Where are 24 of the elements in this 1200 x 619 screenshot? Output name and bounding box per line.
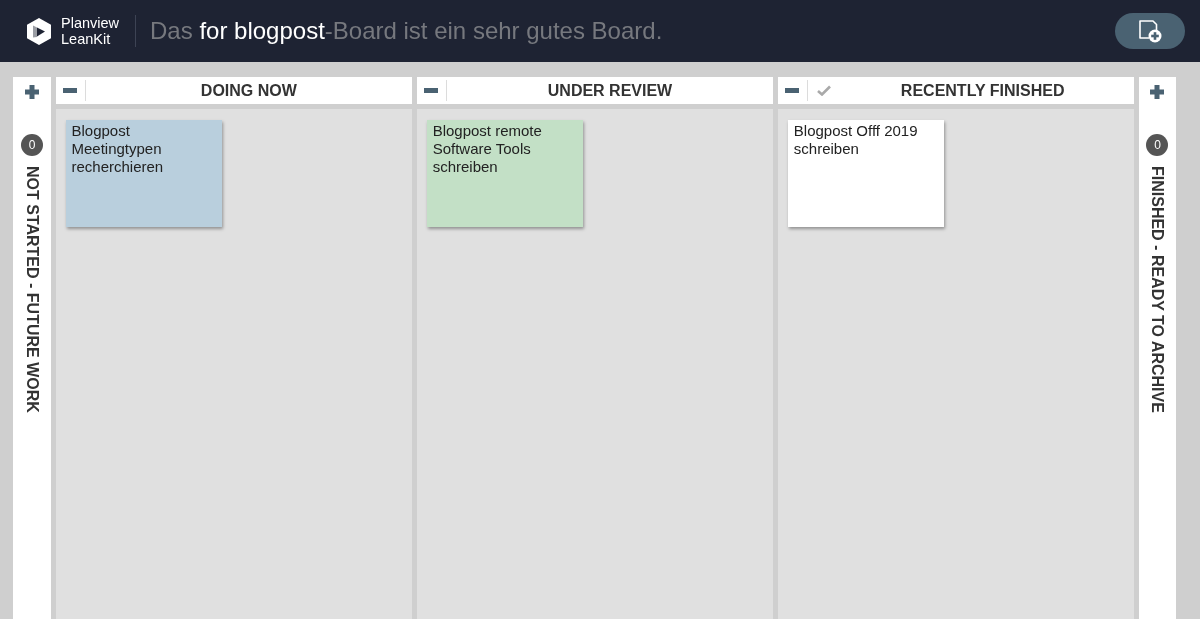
card[interactable]: Blogpost Offf 2019 schreiben bbox=[787, 120, 944, 227]
plus-icon[interactable] bbox=[25, 85, 39, 99]
lane-title: RECENTLY FINISHED bbox=[899, 81, 1066, 100]
lane-title: FINISHED - READY TO ARCHIVE bbox=[1148, 166, 1167, 413]
lane-title: UNDER REVIEW bbox=[546, 81, 674, 100]
card-count: 0 bbox=[21, 134, 43, 156]
lane-title: DOING NOW bbox=[199, 81, 298, 100]
check-icon bbox=[816, 85, 831, 96]
plus-icon[interactable] bbox=[1150, 85, 1165, 99]
card-title: Blogpost remote Software Tools schreiben bbox=[432, 122, 542, 175]
logo-icon bbox=[27, 17, 51, 45]
lane-title: NOT STARTED - FUTURE WORK bbox=[23, 166, 41, 413]
minus-icon[interactable] bbox=[62, 88, 77, 93]
new-card-button[interactable] bbox=[1115, 13, 1185, 49]
minus-icon[interactable] bbox=[423, 88, 438, 93]
card-title: Blogpost Meetingtypen recherchieren bbox=[71, 122, 164, 175]
brand-name: Planview LeanKit bbox=[61, 15, 120, 47]
board-title: Das for blogpost-Board ist ein sehr gutes Board. bbox=[150, 17, 664, 45]
minus-icon[interactable] bbox=[784, 88, 799, 93]
document-plus-icon bbox=[1138, 19, 1162, 43]
card-count: 0 bbox=[1146, 134, 1169, 156]
card-title: Blogpost Offf 2019 schreiben bbox=[793, 122, 918, 157]
card[interactable]: Blogpost remote Software Tools schreiben bbox=[426, 120, 583, 227]
card[interactable]: Blogpost Meetingtypen recherchieren bbox=[65, 120, 222, 227]
